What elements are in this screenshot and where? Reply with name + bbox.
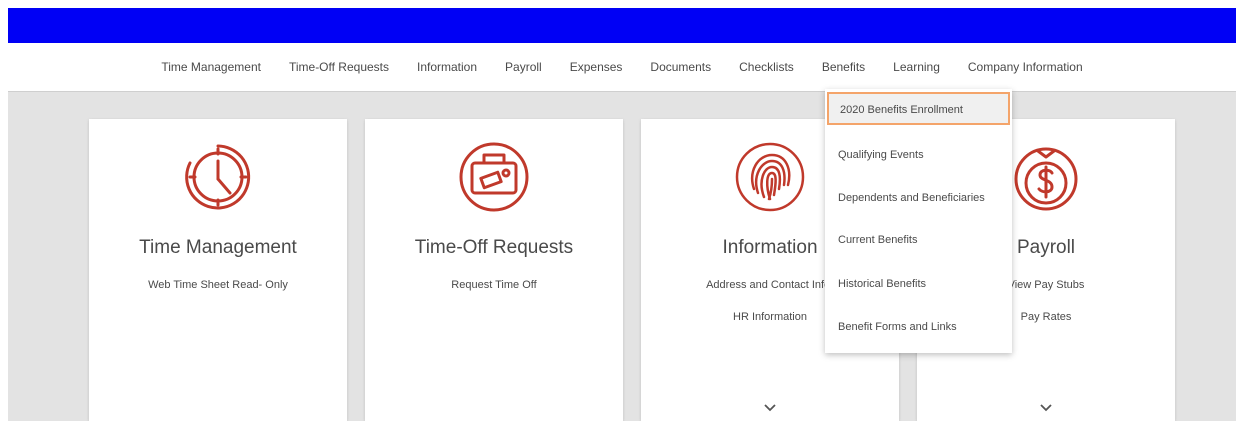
nav-item-time-off-requests[interactable]: Time-Off Requests bbox=[289, 60, 389, 74]
suitcase-icon bbox=[459, 142, 529, 212]
menu-item-qualifying-events[interactable]: Qualifying Events bbox=[825, 143, 1012, 167]
nav-item-company-information[interactable]: Company Information bbox=[968, 60, 1083, 74]
chevron-down-icon[interactable] bbox=[763, 403, 777, 413]
nav-item-documents[interactable]: Documents bbox=[650, 60, 711, 74]
menu-item-2020-benefits-enrollment[interactable]: 2020 Benefits Enrollment bbox=[827, 92, 1010, 125]
request-time-off-link[interactable]: Request Time Off bbox=[365, 279, 623, 291]
nav-item-expenses[interactable]: Expenses bbox=[570, 60, 623, 74]
nav-item-information[interactable]: Information bbox=[417, 60, 477, 74]
card-title: Time Management bbox=[139, 237, 297, 258]
menu-item-dependents-beneficiaries[interactable]: Dependents and Beneficiaries bbox=[825, 186, 1012, 210]
fingerprint-icon bbox=[735, 142, 805, 212]
time-off-requests-card[interactable]: Time-Off Requests Request Time Off bbox=[365, 119, 623, 421]
nav-item-checklists[interactable]: Checklists bbox=[739, 60, 794, 74]
nav-item-payroll[interactable]: Payroll bbox=[505, 60, 542, 74]
nav-item-time-management[interactable]: Time Management bbox=[161, 60, 261, 74]
menu-item-current-benefits[interactable]: Current Benefits bbox=[825, 228, 1012, 252]
nav-item-benefits[interactable]: Benefits bbox=[822, 60, 865, 74]
dashboard-area: Time Management Web Time Sheet Read- Onl… bbox=[8, 92, 1236, 421]
card-title: Time-Off Requests bbox=[414, 237, 574, 258]
top-banner bbox=[8, 8, 1236, 43]
money-bag-icon bbox=[1014, 147, 1078, 211]
nav-item-learning[interactable]: Learning bbox=[893, 60, 940, 74]
clock-icon bbox=[185, 144, 251, 210]
main-nav: Time Management Time-Off Requests Inform… bbox=[8, 43, 1236, 92]
menu-item-benefit-forms-links[interactable]: Benefit Forms and Links bbox=[825, 315, 1012, 339]
web-time-sheet-link[interactable]: Web Time Sheet Read- Only bbox=[89, 279, 347, 291]
chevron-down-icon[interactable] bbox=[1039, 403, 1053, 413]
time-management-card[interactable]: Time Management Web Time Sheet Read- Onl… bbox=[89, 119, 347, 421]
benefits-dropdown-menu: 2020 Benefits Enrollment Qualifying Even… bbox=[825, 89, 1012, 353]
menu-item-historical-benefits[interactable]: Historical Benefits bbox=[825, 272, 1012, 296]
